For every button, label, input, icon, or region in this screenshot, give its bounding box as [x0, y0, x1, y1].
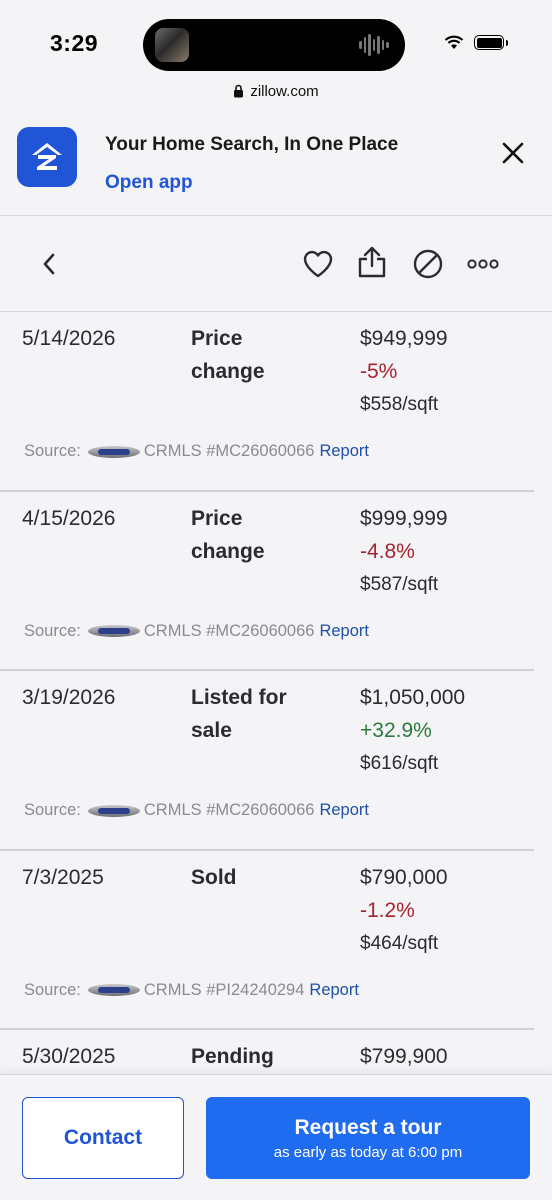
history-date: 5/14/2026: [22, 327, 116, 350]
source-mls: CRMLS #PI24240294: [143, 980, 305, 999]
more-dots-icon: [467, 259, 499, 269]
history-price: $999,999: [360, 506, 448, 530]
history-price-per-sqft: $558/sqft: [360, 394, 439, 415]
history-entry: 3/19/2026 Listed for sale $1,050,000 +32…: [0, 671, 534, 851]
report-link[interactable]: Report: [319, 801, 369, 820]
report-link[interactable]: Report: [319, 622, 369, 641]
contact-button[interactable]: Contact: [22, 1097, 184, 1179]
history-price-per-sqft: $616/sqft: [360, 753, 439, 774]
history-entry: 5/14/2026 Price change $949,999 -5% $558…: [0, 312, 534, 492]
price-history-list: 5/14/2026 Price change $949,999 -5% $558…: [0, 312, 552, 1090]
url-bar[interactable]: zillow.com: [0, 76, 552, 106]
report-link[interactable]: Report: [319, 442, 369, 461]
history-event: Price change: [191, 506, 265, 563]
history-source: Source: CRMLS #PI24240294 Report: [24, 981, 359, 1000]
history-source: Source: CRMLS #MC26060066 Report: [24, 622, 369, 641]
history-price-per-sqft: $464/sqft: [360, 932, 439, 954]
history-date: 7/3/2025: [22, 865, 104, 889]
block-icon: [413, 249, 443, 279]
history-date: 3/19/2026: [22, 686, 116, 709]
battery-icon: [474, 35, 508, 50]
source-label: Source:: [24, 442, 81, 460]
history-event: Pending: [191, 1045, 274, 1068]
close-icon[interactable]: [498, 138, 528, 168]
history-entry: 4/15/2026 Price change $999,999 -4.8% $5…: [0, 492, 534, 671]
more-options-button[interactable]: [466, 248, 500, 280]
crmls-logo: [87, 625, 140, 637]
history-event: Sold: [191, 865, 237, 889]
history-price: $790,000: [360, 865, 448, 889]
history-entry: 7/3/2025 Sold $790,000 -1.2% $464/sqft S…: [0, 851, 534, 1030]
history-event: Price change: [191, 327, 265, 383]
history-price: $949,999: [360, 327, 448, 350]
share-button[interactable]: [356, 246, 388, 278]
zillow-z-icon: [32, 143, 62, 170]
share-icon: [358, 246, 386, 278]
history-price: $1,050,000: [360, 686, 466, 709]
source-label: Source:: [24, 801, 81, 819]
status-time: 3:29: [50, 30, 99, 56]
history-change: -5%: [360, 360, 398, 383]
open-app-link[interactable]: Open app: [105, 172, 193, 194]
dynamic-island: [143, 19, 405, 71]
history-date: 5/30/2025: [22, 1045, 116, 1068]
source-mls: CRMLS #MC26060066: [143, 621, 315, 640]
banner-title: Your Home Search, In One Place: [105, 134, 399, 155]
history-change: -4.8%: [360, 539, 415, 563]
request-tour-subtitle: as early as today at 6:00 pm: [273, 1143, 463, 1161]
report-link[interactable]: Report: [309, 981, 359, 1000]
source-mls: CRMLS #MC26060066: [143, 801, 315, 819]
bottom-action-bar: Contact Request a tour as early as today…: [0, 1074, 552, 1200]
audio-waveform-icon: [359, 33, 390, 57]
source-mls: CRMLS #MC26060066: [143, 442, 315, 460]
history-event: Listed for sale: [191, 686, 287, 742]
zillow-logo[interactable]: [17, 127, 77, 187]
status-icons: [444, 35, 508, 50]
now-playing-thumbnail: [155, 28, 189, 62]
url-text: zillow.com: [250, 82, 319, 100]
crmls-logo: [87, 445, 140, 458]
status-bar: 3:29: [0, 0, 552, 80]
history-source: Source: CRMLS #MC26060066 Report: [24, 442, 369, 461]
history-date: 4/15/2026: [22, 506, 116, 530]
crmls-logo: [87, 984, 140, 996]
history-source: Source: CRMLS #MC26060066 Report: [24, 801, 369, 820]
history-change: +32.9%: [360, 719, 432, 742]
request-tour-label: Request a tour: [294, 1115, 442, 1139]
save-home-button[interactable]: [302, 248, 334, 280]
chevron-left-icon: [43, 253, 55, 275]
app-banner: Your Home Search, In One Place Open app: [0, 108, 552, 216]
back-button[interactable]: [34, 248, 66, 280]
source-label: Source:: [24, 621, 81, 640]
heart-icon: [303, 250, 333, 278]
history-price-per-sqft: $587/sqft: [360, 573, 439, 595]
listing-toolbar: [0, 216, 552, 312]
request-tour-button[interactable]: Request a tour as early as today at 6:00…: [206, 1097, 530, 1179]
source-label: Source:: [24, 980, 81, 999]
history-price: $799,900: [360, 1045, 448, 1068]
lock-icon: [234, 84, 244, 98]
hide-home-button[interactable]: [412, 248, 444, 280]
history-change: -1.2%: [360, 898, 415, 922]
wifi-icon: [444, 35, 464, 49]
crmls-logo: [87, 804, 140, 817]
